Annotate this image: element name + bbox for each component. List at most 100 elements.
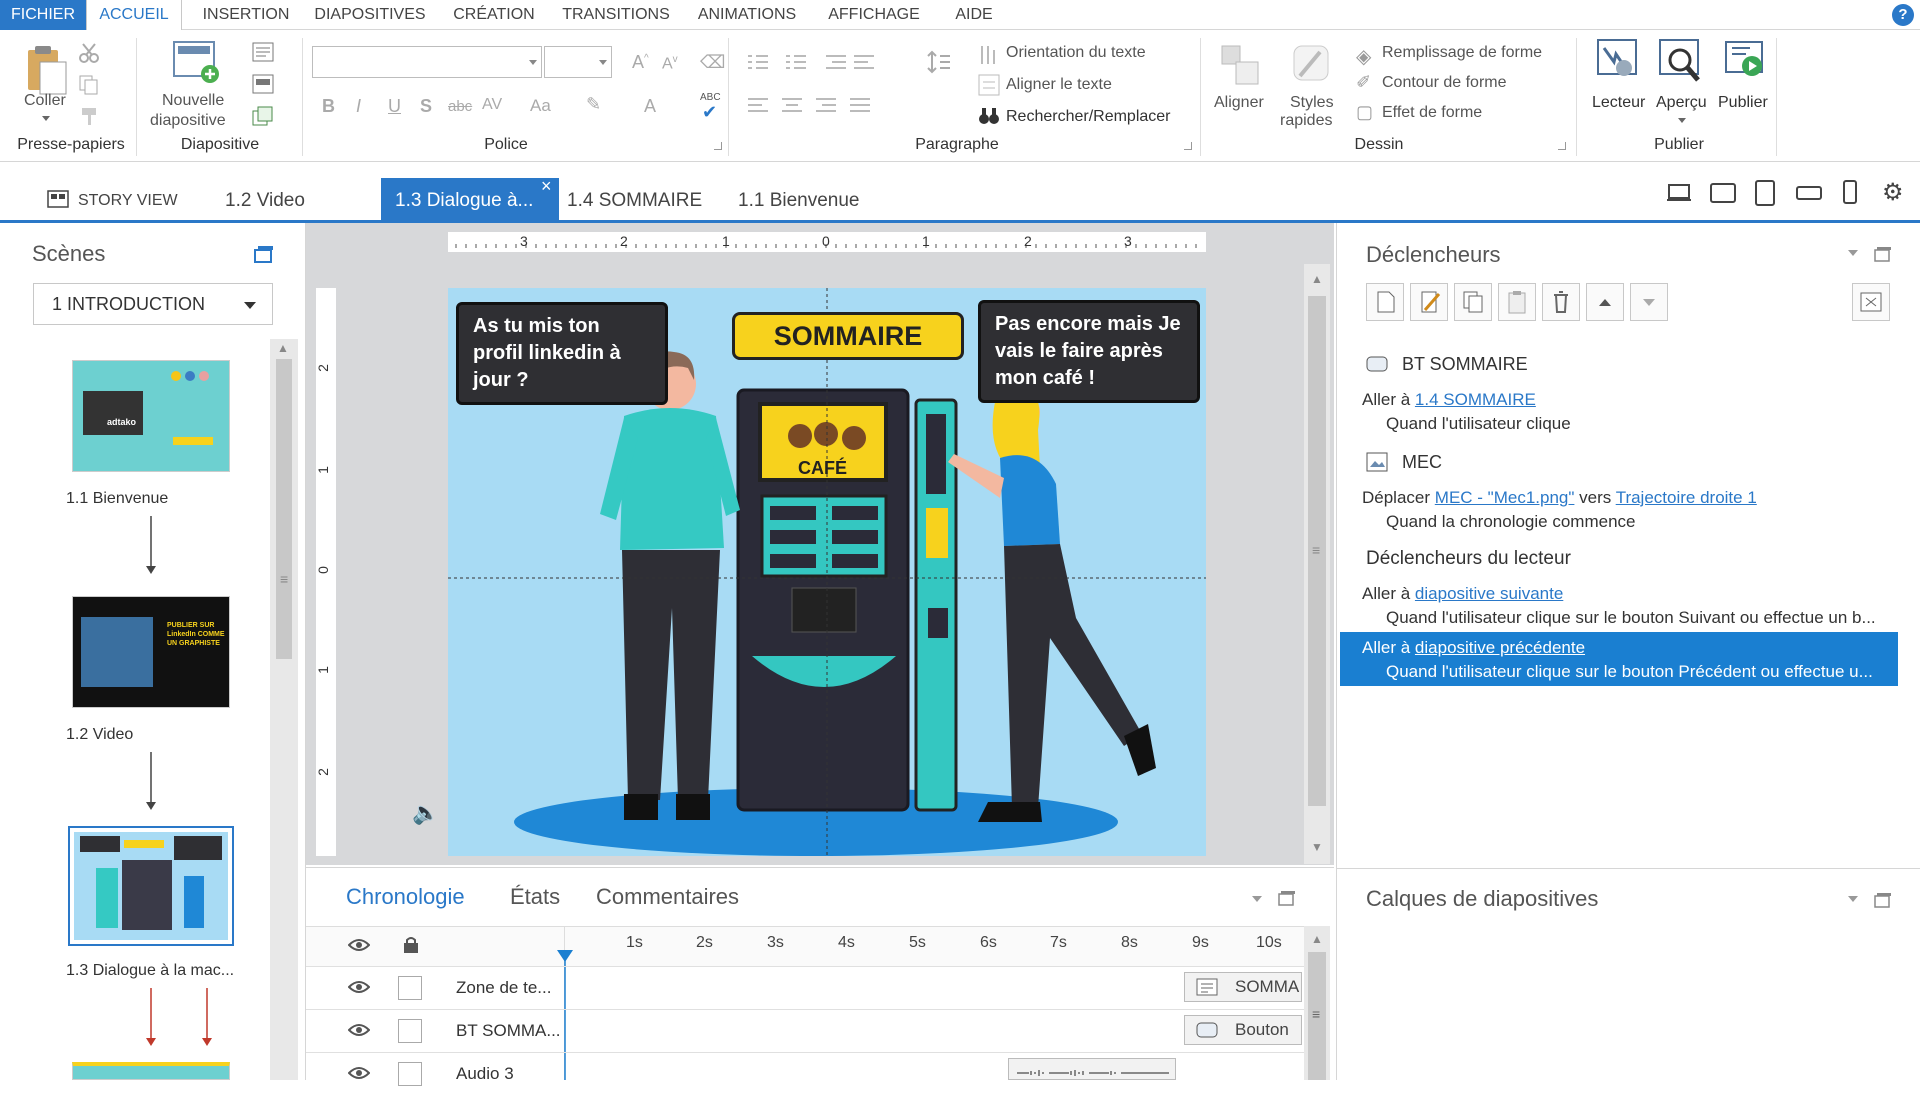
copy-trigger-button[interactable]: [1454, 283, 1492, 321]
scene-select[interactable]: 1 INTRODUCTION: [33, 283, 273, 325]
copy-icon[interactable]: [78, 74, 100, 96]
lock-checkbox[interactable]: [398, 1062, 422, 1086]
align-buttons-icon[interactable]: [746, 96, 886, 116]
list-buttons-icon[interactable]: [746, 52, 886, 72]
shape-outline-button[interactable]: Contour de forme: [1382, 74, 1507, 92]
align-text-icon[interactable]: [978, 74, 1000, 96]
trigger-row[interactable]: Aller à 1.4 SOMMAIRE: [1362, 390, 1536, 410]
menu-transitions[interactable]: TRANSITIONS: [558, 0, 674, 30]
preview-icon[interactable]: [1656, 38, 1706, 88]
underline-button[interactable]: U: [388, 96, 401, 117]
player-trigger-row-selected[interactable]: Aller à diapositive précédente Quand l'u…: [1340, 632, 1898, 686]
tablet-landscape-icon[interactable]: [1710, 182, 1736, 204]
tab-chronologie[interactable]: Chronologie: [346, 884, 465, 910]
menu-animations[interactable]: ANIMATIONS: [690, 0, 804, 30]
preview-button[interactable]: Aperçu: [1656, 94, 1707, 112]
slide-thumbnail-1-4[interactable]: [72, 1062, 230, 1080]
dialog-launcher-icon[interactable]: [714, 142, 722, 150]
slide[interactable]: As tu mis ton profil linkedin à jour ? S…: [448, 288, 1206, 856]
lock-checkbox[interactable]: [398, 976, 422, 1000]
panel-undock-icon[interactable]: [1874, 246, 1892, 262]
paste-label[interactable]: Coller: [24, 92, 66, 110]
align-objects-icon[interactable]: [1220, 42, 1262, 88]
chevron-down-icon[interactable]: [1252, 896, 1262, 902]
slide-thumbnail-1-3[interactable]: [68, 826, 234, 946]
shape-effect-button[interactable]: Effet de forme: [1382, 104, 1482, 122]
sommaire-button[interactable]: SOMMAIRE: [732, 312, 964, 360]
player-icon[interactable]: [1594, 38, 1642, 88]
panel-undock-icon[interactable]: [1278, 890, 1296, 906]
delete-trigger-button[interactable]: [1542, 283, 1580, 321]
edit-trigger-button[interactable]: [1410, 283, 1448, 321]
shadow-button[interactable]: S: [420, 96, 432, 117]
menu-aide[interactable]: AIDE: [944, 0, 1004, 30]
paste-icon[interactable]: [24, 44, 70, 96]
desktop-view-icon[interactable]: [1666, 184, 1692, 202]
new-slide-label-1[interactable]: Nouvelle: [162, 92, 224, 110]
close-icon[interactable]: ×: [541, 176, 552, 197]
player-trigger-row[interactable]: Aller à diapositive suivante: [1362, 584, 1563, 604]
new-slide-icon[interactable]: [172, 40, 222, 86]
tab-1-1-bienvenue[interactable]: 1.1 Bienvenue: [738, 176, 860, 220]
scroll-up-icon[interactable]: ▲: [1311, 932, 1323, 946]
panel-undock-icon[interactable]: [254, 245, 274, 263]
quick-styles-icon[interactable]: [1290, 42, 1334, 88]
move-down-button[interactable]: [1630, 283, 1668, 321]
chevron-down-icon[interactable]: [1848, 896, 1858, 902]
menu-diapositives[interactable]: DIAPOSITIVES: [312, 0, 428, 30]
eye-icon[interactable]: [348, 938, 370, 952]
slide-thumbnail-1-2[interactable]: PUBLIER SUR LinkedIn COMME UN GRAPHISTE: [72, 596, 230, 708]
tablet-portrait-icon[interactable]: [1754, 180, 1776, 206]
phone-portrait-icon[interactable]: [1842, 180, 1858, 206]
eye-icon[interactable]: [348, 1066, 370, 1080]
scrollbar-thumb[interactable]: [276, 359, 292, 659]
move-up-button[interactable]: [1586, 283, 1624, 321]
highlight-icon[interactable]: ✎: [586, 94, 601, 115]
align-objects-button[interactable]: Aligner: [1214, 94, 1264, 112]
trigger-target-link[interactable]: MEC - "Mec1.png": [1435, 488, 1575, 507]
gear-icon[interactable]: ⚙: [1882, 178, 1904, 207]
story-view-icon[interactable]: [47, 190, 69, 208]
font-color-button[interactable]: A: [644, 96, 656, 117]
dialog-launcher-icon[interactable]: [1184, 142, 1192, 150]
shrink-font-icon[interactable]: Av: [662, 54, 678, 73]
speech-bubble-right[interactable]: Pas encore mais Je vais le faire après m…: [978, 300, 1200, 403]
chevron-down-icon[interactable]: [42, 116, 50, 121]
italic-button[interactable]: I: [356, 96, 361, 117]
lock-checkbox[interactable]: [398, 1019, 422, 1043]
trigger-target-link[interactable]: diapositive précédente: [1415, 638, 1585, 657]
dialog-launcher-icon[interactable]: [1558, 142, 1566, 150]
menu-creation[interactable]: CRÉATION: [444, 0, 544, 30]
clear-format-icon[interactable]: ⌫: [700, 52, 725, 73]
change-case-button[interactable]: Aa: [530, 96, 551, 116]
tab-etats[interactable]: États: [510, 884, 560, 910]
char-spacing-button[interactable]: AV: [482, 96, 502, 114]
bold-button[interactable]: B: [322, 96, 335, 117]
grow-font-icon[interactable]: A^: [632, 52, 649, 73]
line-spacing-icon[interactable]: [926, 50, 952, 74]
menu-fichier[interactable]: FICHIER: [0, 0, 86, 30]
audio-waveform-bar[interactable]: [1008, 1058, 1176, 1080]
text-direction-icon[interactable]: [978, 44, 1000, 66]
menu-affichage[interactable]: AFFICHAGE: [820, 0, 928, 30]
align-text-button[interactable]: Aligner le texte: [1006, 76, 1112, 94]
eye-icon[interactable]: [348, 980, 370, 994]
format-painter-icon[interactable]: [78, 106, 100, 128]
cut-icon[interactable]: [78, 42, 100, 64]
panel-undock-icon[interactable]: [1874, 892, 1892, 908]
tab-1-2-video[interactable]: 1.2 Video: [225, 176, 305, 220]
quick-styles-label-1[interactable]: Styles: [1290, 94, 1334, 112]
quick-styles-label-2[interactable]: rapides: [1280, 112, 1332, 130]
trigger-target-link[interactable]: 1.4 SOMMAIRE: [1415, 390, 1536, 409]
tab-commentaires[interactable]: Commentaires: [596, 884, 739, 910]
lock-icon[interactable]: [402, 936, 420, 954]
help-icon[interactable]: ?: [1892, 4, 1914, 26]
scroll-up-icon[interactable]: ▲: [1311, 272, 1323, 286]
duplicate-slide-icon[interactable]: [252, 106, 274, 128]
strike-button[interactable]: abc: [448, 98, 472, 115]
menu-accueil[interactable]: ACCUEIL: [86, 0, 182, 31]
scroll-down-icon[interactable]: ▼: [1311, 840, 1323, 854]
new-slide-label-2[interactable]: diapositive: [150, 112, 226, 130]
speaker-icon[interactable]: 🔈: [412, 800, 439, 826]
trigger-row[interactable]: Déplacer MEC - "Mec1.png" vers Trajectoi…: [1362, 488, 1757, 508]
